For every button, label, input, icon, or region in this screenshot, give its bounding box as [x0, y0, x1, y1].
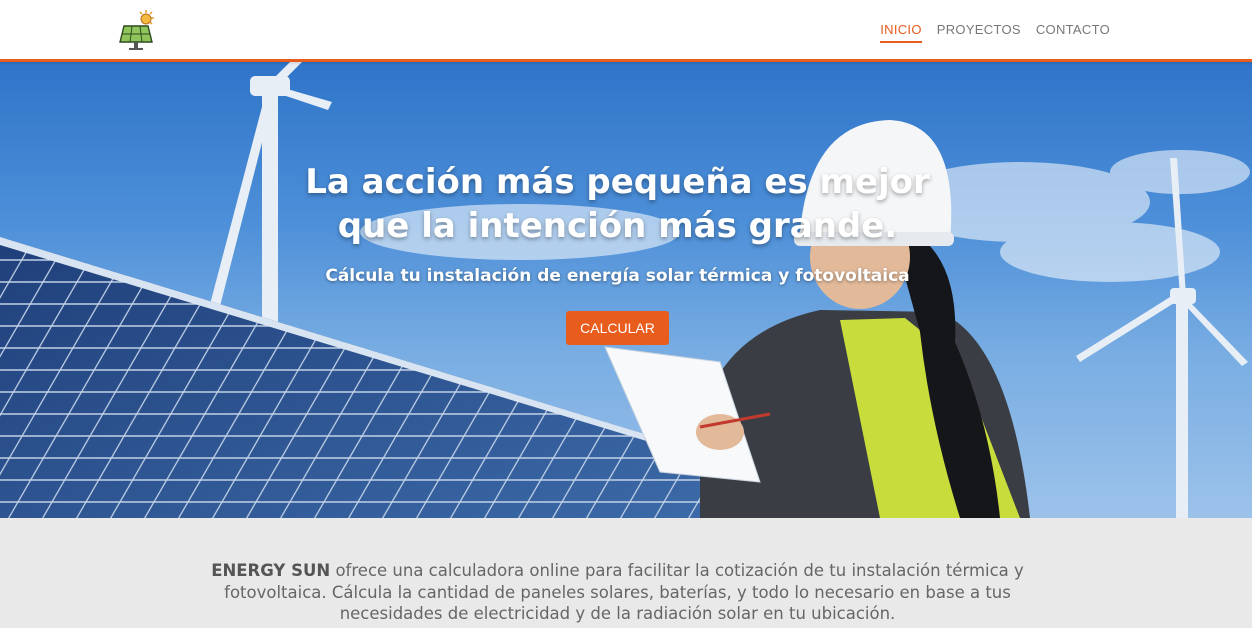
site-header: INICIO PROYECTOS CONTACTO	[0, 0, 1252, 62]
about-section: ENERGY SUN ofrece una calculadora online…	[0, 518, 1252, 628]
nav-contacto-link[interactable]: CONTACTO	[1036, 0, 1110, 59]
hero-title-line-2: que la intención más grande.	[337, 206, 898, 246]
main-nav: INICIO PROYECTOS CONTACTO	[880, 0, 1110, 59]
calcular-button[interactable]: CALCULAR	[566, 311, 669, 345]
about-brand: ENERGY SUN	[211, 561, 331, 580]
solar-panel-sun-icon[interactable]	[116, 8, 160, 52]
hero-title: La acción más pequeña es mejor que la in…	[250, 160, 985, 248]
nav-proyectos-link[interactable]: PROYECTOS	[937, 0, 1021, 59]
hero-background-image	[0, 62, 1250, 518]
hero-banner: La acción más pequeña es mejor que la in…	[0, 62, 1252, 518]
nav-inicio-link[interactable]: INICIO	[880, 0, 922, 59]
about-text: ENERGY SUN ofrece una calculadora online…	[180, 560, 1055, 625]
hero-subtitle: Cálcula tu instalación de energía solar …	[325, 266, 910, 286]
hero-title-line-1: La acción más pequeña es mejor	[305, 162, 930, 202]
about-description: ofrece una calculadora online para facil…	[224, 561, 1024, 623]
